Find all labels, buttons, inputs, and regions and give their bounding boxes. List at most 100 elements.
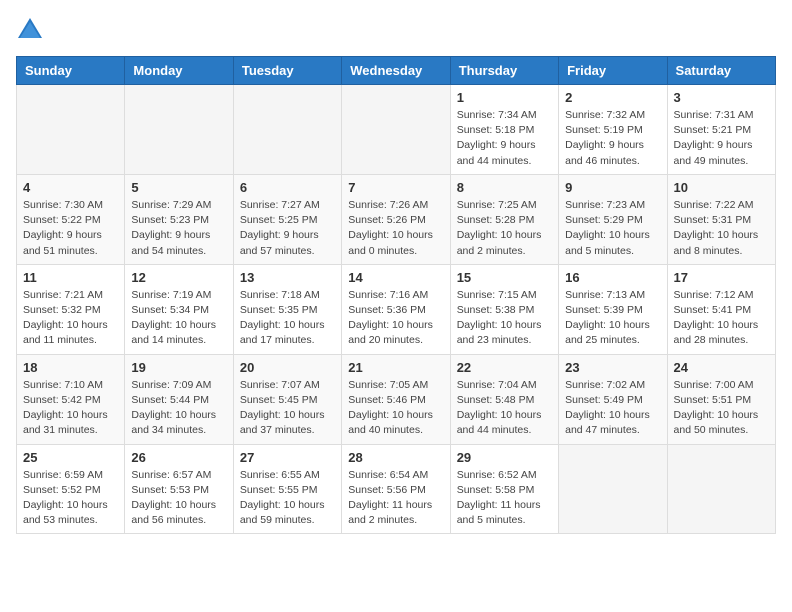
logo-icon — [16, 16, 44, 44]
calendar-cell: 13 Sunrise: 7:18 AMSunset: 5:35 PMDayligh… — [233, 264, 341, 354]
day-number: 28 — [348, 450, 443, 465]
day-info: Sunrise: 7:04 AMSunset: 5:48 PMDaylight:… — [457, 378, 552, 439]
day-number: 11 — [23, 270, 118, 285]
calendar-cell: 14 Sunrise: 7:16 AMSunset: 5:36 PMDayligh… — [342, 264, 450, 354]
calendar-cell: 18Sunrise: 7:10 AMSunset: 5:42 PMDayligh… — [17, 354, 125, 444]
day-number: 4 — [23, 180, 118, 195]
week-row-1: 4 Sunrise: 7:30 AMSunset: 5:22 PMDaylight… — [17, 174, 776, 264]
calendar-cell: 1 Sunrise: 7:34 AMSunset: 5:18 PMDaylight… — [450, 85, 558, 175]
calendar-cell: 10 Sunrise: 7:22 AMSunset: 5:31 PMDayligh… — [667, 174, 775, 264]
day-info: Sunrise: 7:12 AMSunset: 5:41 PMDaylight:… — [674, 288, 769, 349]
day-number: 5 — [131, 180, 226, 195]
day-info: Sunrise: 7:19 AMSunset: 5:34 PMDaylight:… — [131, 288, 226, 349]
day-number: 2 — [565, 90, 660, 105]
day-number: 6 — [240, 180, 335, 195]
calendar-cell — [667, 444, 775, 534]
column-header-thursday: Thursday — [450, 57, 558, 85]
day-info: Sunrise: 6:57 AMSunset: 5:53 PMDaylight:… — [131, 468, 226, 529]
day-number: 22 — [457, 360, 552, 375]
day-info: Sunrise: 7:31 AMSunset: 5:21 PMDaylight:… — [674, 108, 769, 169]
day-info: Sunrise: 6:59 AMSunset: 5:52 PMDaylight:… — [23, 468, 118, 529]
day-info: Sunrise: 7:18 AMSunset: 5:35 PMDaylight:… — [240, 288, 335, 349]
calendar-cell — [125, 85, 233, 175]
calendar-cell: 3 Sunrise: 7:31 AMSunset: 5:21 PMDaylight… — [667, 85, 775, 175]
calendar-cell: 5 Sunrise: 7:29 AMSunset: 5:23 PMDaylight… — [125, 174, 233, 264]
calendar-cell: 8 Sunrise: 7:25 AMSunset: 5:28 PMDaylight… — [450, 174, 558, 264]
day-info: Sunrise: 6:52 AMSunset: 5:58 PMDaylight:… — [457, 468, 552, 529]
day-info: Sunrise: 6:54 AMSunset: 5:56 PMDaylight:… — [348, 468, 443, 529]
day-info: Sunrise: 7:25 AMSunset: 5:28 PMDaylight:… — [457, 198, 552, 259]
calendar-cell — [233, 85, 341, 175]
day-info: Sunrise: 7:21 AMSunset: 5:32 PMDaylight:… — [23, 288, 118, 349]
day-number: 12 — [131, 270, 226, 285]
week-row-3: 18Sunrise: 7:10 AMSunset: 5:42 PMDayligh… — [17, 354, 776, 444]
day-info: Sunrise: 7:29 AMSunset: 5:23 PMDaylight:… — [131, 198, 226, 259]
calendar-cell: 15 Sunrise: 7:15 AMSunset: 5:38 PMDayligh… — [450, 264, 558, 354]
day-number: 25 — [23, 450, 118, 465]
day-number: 10 — [674, 180, 769, 195]
day-info: Sunrise: 7:13 AMSunset: 5:39 PMDaylight:… — [565, 288, 660, 349]
day-info: Sunrise: 7:30 AMSunset: 5:22 PMDaylight:… — [23, 198, 118, 259]
day-number: 21 — [348, 360, 443, 375]
day-number: 24 — [674, 360, 769, 375]
day-info: Sunrise: 7:22 AMSunset: 5:31 PMDaylight:… — [674, 198, 769, 259]
day-number: 15 — [457, 270, 552, 285]
day-info: Sunrise: 7:32 AMSunset: 5:19 PMDaylight:… — [565, 108, 660, 169]
calendar-cell: 9 Sunrise: 7:23 AMSunset: 5:29 PMDaylight… — [559, 174, 667, 264]
calendar-cell: 27 Sunrise: 6:55 AMSunset: 5:55 PMDayligh… — [233, 444, 341, 534]
calendar-cell: 19 Sunrise: 7:09 AMSunset: 5:44 PMDayligh… — [125, 354, 233, 444]
logo — [16, 16, 48, 44]
day-info: Sunrise: 7:23 AMSunset: 5:29 PMDaylight:… — [565, 198, 660, 259]
column-header-tuesday: Tuesday — [233, 57, 341, 85]
calendar-cell: 11 Sunrise: 7:21 AMSunset: 5:32 PMDayligh… — [17, 264, 125, 354]
calendar-cell: 7 Sunrise: 7:26 AMSunset: 5:26 PMDaylight… — [342, 174, 450, 264]
day-info: Sunrise: 6:55 AMSunset: 5:55 PMDaylight:… — [240, 468, 335, 529]
day-info: Sunrise: 7:15 AMSunset: 5:38 PMDaylight:… — [457, 288, 552, 349]
calendar-cell: 17Sunrise: 7:12 AMSunset: 5:41 PMDayligh… — [667, 264, 775, 354]
page-header — [16, 16, 776, 44]
calendar-cell: 12 Sunrise: 7:19 AMSunset: 5:34 PMDayligh… — [125, 264, 233, 354]
calendar-cell: 28 Sunrise: 6:54 AMSunset: 5:56 PMDayligh… — [342, 444, 450, 534]
column-header-saturday: Saturday — [667, 57, 775, 85]
calendar-header-row: SundayMondayTuesdayWednesdayThursdayFrid… — [17, 57, 776, 85]
column-header-wednesday: Wednesday — [342, 57, 450, 85]
calendar-cell: 20Sunrise: 7:07 AMSunset: 5:45 PMDayligh… — [233, 354, 341, 444]
day-info: Sunrise: 7:05 AMSunset: 5:46 PMDaylight:… — [348, 378, 443, 439]
calendar-cell — [342, 85, 450, 175]
day-info: Sunrise: 7:00 AMSunset: 5:51 PMDaylight:… — [674, 378, 769, 439]
calendar-cell: 16 Sunrise: 7:13 AMSunset: 5:39 PMDayligh… — [559, 264, 667, 354]
calendar-cell: 24 Sunrise: 7:00 AMSunset: 5:51 PMDayligh… — [667, 354, 775, 444]
day-number: 27 — [240, 450, 335, 465]
calendar-cell: 29 Sunrise: 6:52 AMSunset: 5:58 PMDayligh… — [450, 444, 558, 534]
calendar-cell: 6 Sunrise: 7:27 AMSunset: 5:25 PMDaylight… — [233, 174, 341, 264]
column-header-monday: Monday — [125, 57, 233, 85]
day-number: 19 — [131, 360, 226, 375]
day-info: Sunrise: 7:26 AMSunset: 5:26 PMDaylight:… — [348, 198, 443, 259]
day-number: 8 — [457, 180, 552, 195]
week-row-2: 11 Sunrise: 7:21 AMSunset: 5:32 PMDayligh… — [17, 264, 776, 354]
day-number: 26 — [131, 450, 226, 465]
calendar-cell: 22 Sunrise: 7:04 AMSunset: 5:48 PMDayligh… — [450, 354, 558, 444]
calendar-cell: 25 Sunrise: 6:59 AMSunset: 5:52 PMDayligh… — [17, 444, 125, 534]
day-number: 29 — [457, 450, 552, 465]
calendar-cell: 23Sunrise: 7:02 AMSunset: 5:49 PMDayligh… — [559, 354, 667, 444]
day-number: 1 — [457, 90, 552, 105]
day-info: Sunrise: 7:16 AMSunset: 5:36 PMDaylight:… — [348, 288, 443, 349]
day-number: 18 — [23, 360, 118, 375]
day-number: 3 — [674, 90, 769, 105]
day-number: 16 — [565, 270, 660, 285]
day-number: 20 — [240, 360, 335, 375]
day-number: 7 — [348, 180, 443, 195]
calendar-cell: 26 Sunrise: 6:57 AMSunset: 5:53 PMDayligh… — [125, 444, 233, 534]
calendar-cell — [559, 444, 667, 534]
day-info: Sunrise: 7:09 AMSunset: 5:44 PMDaylight:… — [131, 378, 226, 439]
calendar-cell: 2 Sunrise: 7:32 AMSunset: 5:19 PMDaylight… — [559, 85, 667, 175]
column-header-friday: Friday — [559, 57, 667, 85]
calendar-table: SundayMondayTuesdayWednesdayThursdayFrid… — [16, 56, 776, 534]
day-number: 9 — [565, 180, 660, 195]
week-row-4: 25 Sunrise: 6:59 AMSunset: 5:52 PMDayligh… — [17, 444, 776, 534]
day-number: 14 — [348, 270, 443, 285]
day-number: 13 — [240, 270, 335, 285]
day-info: Sunrise: 7:27 AMSunset: 5:25 PMDaylight:… — [240, 198, 335, 259]
day-info: Sunrise: 7:34 AMSunset: 5:18 PMDaylight:… — [457, 108, 552, 169]
